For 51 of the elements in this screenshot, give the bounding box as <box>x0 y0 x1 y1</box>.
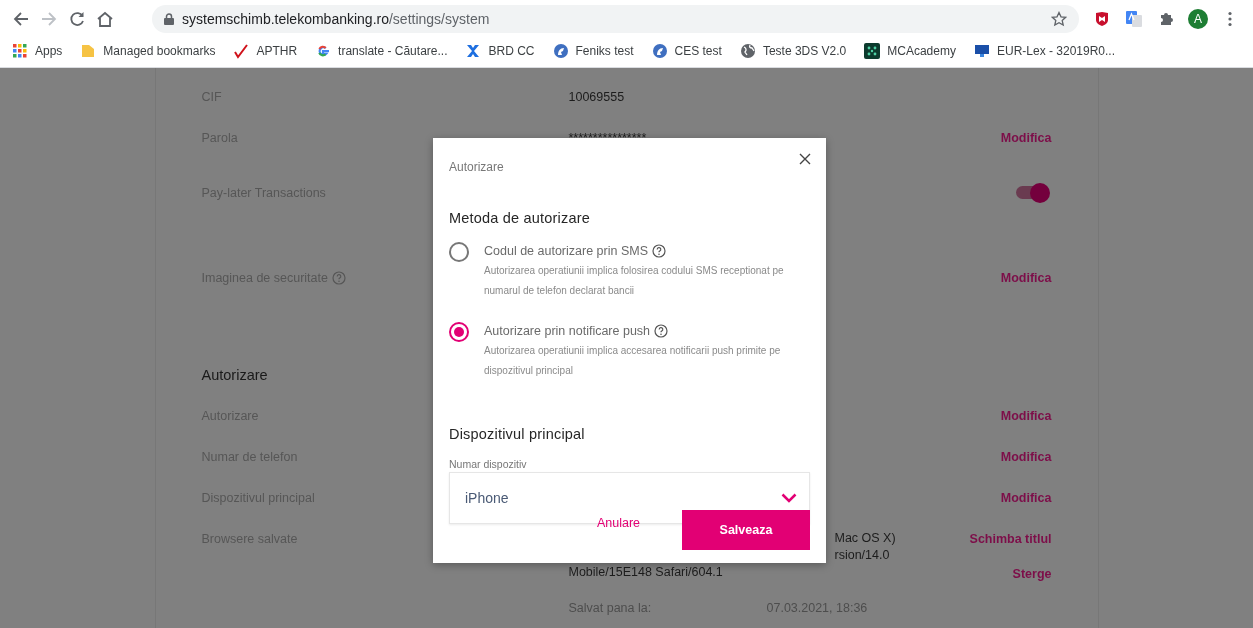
option-description: Autorizarea operatiunii implica folosirea codului SMS receptionat pe numarul de telefon declarat bancii <box>484 264 785 298</box>
puzzle-icon[interactable] <box>1158 11 1174 27</box>
bookmark-link[interactable]: CES test <box>674 44 722 58</box>
bookmark-link[interactable]: APTHR <box>256 44 298 58</box>
bookmark-link[interactable]: Managed bookmarks <box>103 44 216 58</box>
bookmark-link[interactable]: translate - Căutare... <box>338 44 448 58</box>
close-icon[interactable] <box>798 152 812 166</box>
url-text: systemschimb.telekombanking.ro/settings/system <box>182 11 490 27</box>
save-button[interactable]: Salveaza <box>682 510 810 550</box>
setting-value: **************** <box>568 130 647 147</box>
check-icon <box>233 43 250 59</box>
cross-icon <box>465 43 482 59</box>
help-icon[interactable] <box>654 324 669 338</box>
shield-icon[interactable] <box>1094 11 1110 27</box>
option-label: Autorizare prin notificare push <box>484 323 651 340</box>
bookmark-link[interactable]: Feniks test <box>575 44 634 58</box>
bookmark-link[interactable]: Apps <box>35 44 63 58</box>
section-heading: Dispozitivul principal <box>449 426 586 442</box>
option-label: Codul de autorizare prin SMS <box>484 243 648 260</box>
monitor-icon <box>973 43 990 59</box>
option-description: Autorizarea operatiunii implica accesarea notificarii push primite pe dispozitivul principal <box>484 344 782 378</box>
address-bar[interactable]: systemschimb.telekombanking.ro/settings/system <box>152 5 1079 33</box>
browser-info-text: rsion/14.0 <box>833 547 891 564</box>
bookmark-link[interactable]: BRD CC <box>488 44 535 58</box>
help-icon[interactable] <box>652 244 666 258</box>
radio-button[interactable] <box>449 322 469 342</box>
lock-icon <box>164 13 174 25</box>
radio-button[interactable] <box>449 242 469 262</box>
apps-grid-icon <box>12 43 28 59</box>
bookmark-link[interactable]: MCAcademy <box>887 44 956 58</box>
g-logo-icon <box>315 43 332 59</box>
field-label: Numar dispozitiv <box>449 458 528 470</box>
bookmark-link[interactable]: Teste 3DS V2.0 <box>762 44 847 58</box>
folder-icon <box>80 43 97 59</box>
bookmark-link[interactable]: EUR-Lex - 32019R0... <box>996 44 1116 58</box>
translate-icon[interactable] <box>1125 10 1143 28</box>
dialog-title: Autorizare <box>449 160 505 174</box>
toggle-switch[interactable] <box>1015 183 1050 203</box>
profile-avatar[interactable]: A <box>1188 9 1208 29</box>
section-heading: Autorizare <box>201 366 268 385</box>
star-icon[interactable] <box>1051 11 1067 27</box>
setting-value: 10069555 <box>568 89 625 106</box>
browser-info-text: Mac OS X) <box>833 530 897 547</box>
section-heading: Metoda de autorizare <box>449 210 592 226</box>
browser-info-text: Mobile/15E148 Safari/604.1 <box>568 564 724 581</box>
horse-head-icon <box>552 43 569 59</box>
chevron-down-icon <box>781 493 797 503</box>
horse-head-icon <box>651 43 668 59</box>
menu-icon[interactable] <box>1228 11 1232 27</box>
globe-icon <box>739 43 756 59</box>
dots-tile-icon <box>864 43 881 59</box>
